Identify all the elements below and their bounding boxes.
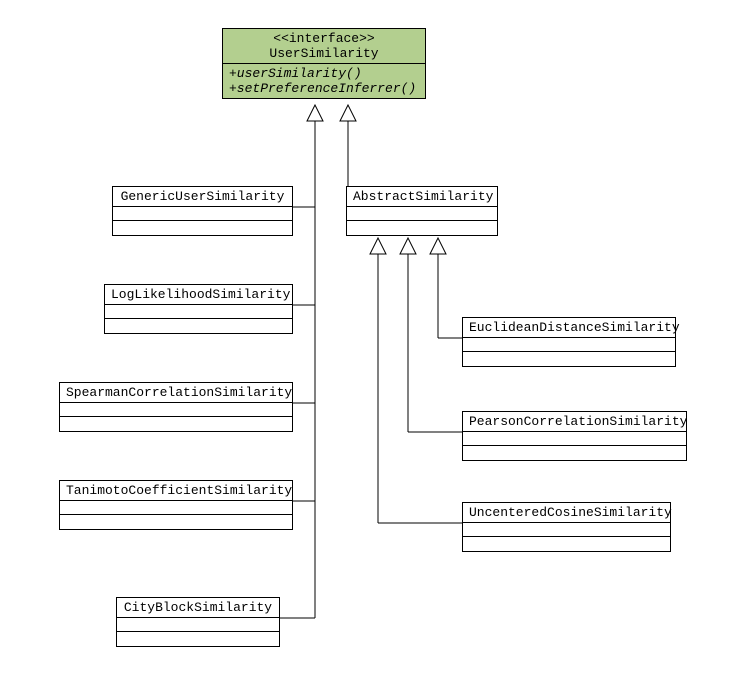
class-name: SpearmanCorrelationSimilarity bbox=[60, 383, 292, 403]
empty-section bbox=[463, 446, 686, 460]
class-name: UserSimilarity bbox=[229, 46, 419, 61]
method-row: +setPreferenceInferrer() bbox=[229, 81, 419, 96]
class-euclidean-distance-similarity: EuclideanDistanceSimilarity bbox=[462, 317, 676, 367]
interface-header: <<interface>> UserSimilarity bbox=[223, 29, 425, 64]
class-name: LogLikelihoodSimilarity bbox=[105, 285, 292, 305]
class-name: EuclideanDistanceSimilarity bbox=[463, 318, 675, 338]
class-spearman-correlation-similarity: SpearmanCorrelationSimilarity bbox=[59, 382, 293, 432]
class-name: TanimotoCoefficientSimilarity bbox=[60, 481, 292, 501]
empty-section bbox=[60, 417, 292, 431]
class-name: CityBlockSimilarity bbox=[117, 598, 279, 618]
empty-section bbox=[463, 523, 670, 537]
empty-section bbox=[463, 432, 686, 446]
empty-section bbox=[117, 618, 279, 632]
stereotype-label: <<interface>> bbox=[229, 31, 419, 46]
empty-section bbox=[105, 319, 292, 333]
class-pearson-correlation-similarity: PearsonCorrelationSimilarity bbox=[462, 411, 687, 461]
class-name: AbstractSimilarity bbox=[347, 187, 497, 207]
empty-section bbox=[463, 352, 675, 366]
class-loglikelihood-similarity: LogLikelihoodSimilarity bbox=[104, 284, 293, 334]
class-user-similarity: <<interface>> UserSimilarity +userSimila… bbox=[222, 28, 426, 99]
empty-section bbox=[347, 221, 497, 235]
empty-section bbox=[60, 501, 292, 515]
class-name: UncenteredCosineSimilarity bbox=[463, 503, 670, 523]
empty-section bbox=[60, 403, 292, 417]
class-name: PearsonCorrelationSimilarity bbox=[463, 412, 686, 432]
class-tanimoto-coefficient-similarity: TanimotoCoefficientSimilarity bbox=[59, 480, 293, 530]
class-name: GenericUserSimilarity bbox=[113, 187, 292, 207]
methods-section: +userSimilarity() +setPreferenceInferrer… bbox=[223, 64, 425, 98]
method-row: +userSimilarity() bbox=[229, 66, 419, 81]
class-cityblock-similarity: CityBlockSimilarity bbox=[116, 597, 280, 647]
empty-section bbox=[347, 207, 497, 221]
empty-section bbox=[113, 207, 292, 221]
class-abstract-similarity: AbstractSimilarity bbox=[346, 186, 498, 236]
empty-section bbox=[463, 338, 675, 352]
empty-section bbox=[105, 305, 292, 319]
class-generic-user-similarity: GenericUserSimilarity bbox=[112, 186, 293, 236]
empty-section bbox=[117, 632, 279, 646]
empty-section bbox=[463, 537, 670, 551]
class-uncentered-cosine-similarity: UncenteredCosineSimilarity bbox=[462, 502, 671, 552]
empty-section bbox=[60, 515, 292, 529]
empty-section bbox=[113, 221, 292, 235]
